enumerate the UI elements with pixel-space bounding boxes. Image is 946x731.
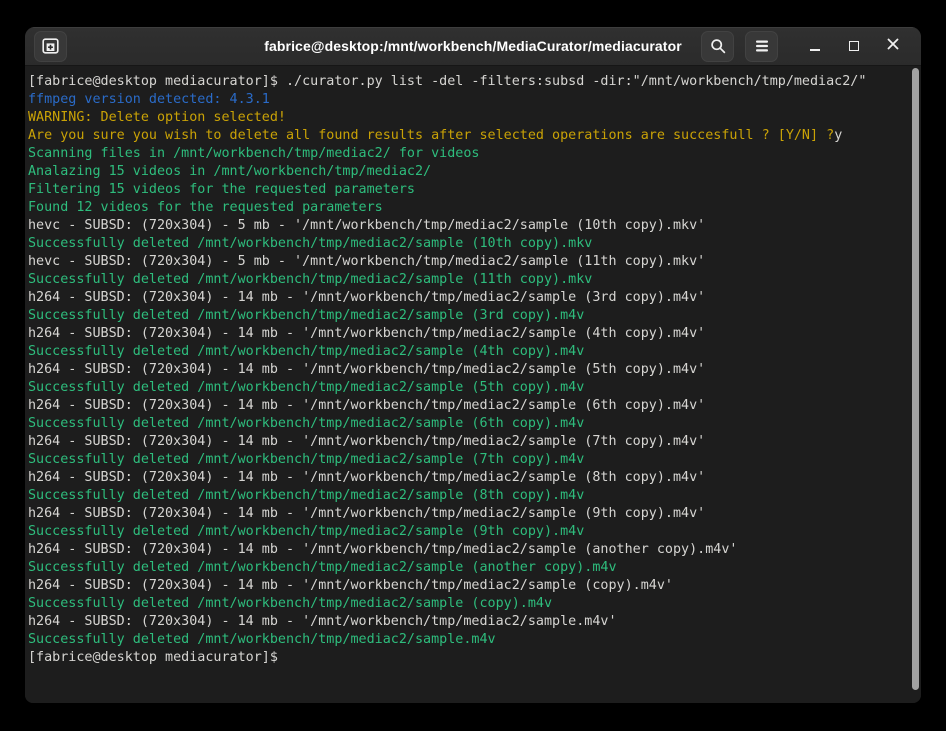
terminal-screen[interactable]: [fabrice@desktop mediacurator]$ ./curato… <box>25 67 921 703</box>
terminal-line: h264 - SUBSD: (720x304) - 14 mb - '/mnt/… <box>28 505 921 523</box>
terminal-line: Successfully deleted /mnt/workbench/tmp/… <box>28 307 921 325</box>
terminal-line: Successfully deleted /mnt/workbench/tmp/… <box>28 415 921 433</box>
maximize-icon <box>849 41 859 51</box>
terminal-line: Successfully deleted /mnt/workbench/tmp/… <box>28 523 921 541</box>
terminal-line: Are you sure you wish to delete all foun… <box>28 127 921 145</box>
terminal-line: Successfully deleted /mnt/workbench/tmp/… <box>28 451 921 469</box>
terminal-line: h264 - SUBSD: (720x304) - 14 mb - '/mnt/… <box>28 325 921 343</box>
close-button[interactable] <box>881 34 905 58</box>
terminal-line: [fabrice@desktop mediacurator]$ <box>28 649 921 667</box>
terminal-line: Successfully deleted /mnt/workbench/tmp/… <box>28 235 921 253</box>
terminal-line: Successfully deleted /mnt/workbench/tmp/… <box>28 271 921 289</box>
minimize-button[interactable] <box>803 34 827 58</box>
terminal-line: Successfully deleted /mnt/workbench/tmp/… <box>28 343 921 361</box>
search-icon <box>710 38 726 54</box>
terminal-line: h264 - SUBSD: (720x304) - 14 mb - '/mnt/… <box>28 361 921 379</box>
terminal-line: Successfully deleted /mnt/workbench/tmp/… <box>28 595 921 613</box>
terminal-line: Successfully deleted /mnt/workbench/tmp/… <box>28 559 921 577</box>
terminal-line: Analazing 15 videos in /mnt/workbench/tm… <box>28 163 921 181</box>
terminal-line: h264 - SUBSD: (720x304) - 14 mb - '/mnt/… <box>28 613 921 631</box>
terminal-line: Successfully deleted /mnt/workbench/tmp/… <box>28 631 921 649</box>
search-button[interactable] <box>701 31 734 62</box>
new-tab-button[interactable] <box>34 31 67 62</box>
terminal-line: Found 12 videos for the requested parame… <box>28 199 921 217</box>
terminal-line: hevc - SUBSD: (720x304) - 5 mb - '/mnt/w… <box>28 217 921 235</box>
terminal-output: [fabrice@desktop mediacurator]$ ./curato… <box>28 73 921 667</box>
terminal-line: h264 - SUBSD: (720x304) - 14 mb - '/mnt/… <box>28 397 921 415</box>
terminal-window: fabrice@desktop:/mnt/workbench/MediaCura… <box>25 27 921 703</box>
terminal-line: h264 - SUBSD: (720x304) - 14 mb - '/mnt/… <box>28 541 921 559</box>
scrollbar[interactable] <box>910 67 921 701</box>
maximize-button[interactable] <box>842 34 866 58</box>
terminal-line: h264 - SUBSD: (720x304) - 14 mb - '/mnt/… <box>28 577 921 595</box>
terminal-line: h264 - SUBSD: (720x304) - 14 mb - '/mnt/… <box>28 469 921 487</box>
titlebar[interactable]: fabrice@desktop:/mnt/workbench/MediaCura… <box>25 27 921 66</box>
terminal-line: Successfully deleted /mnt/workbench/tmp/… <box>28 379 921 397</box>
menu-button[interactable] <box>745 31 778 62</box>
hamburger-menu-icon <box>756 40 768 52</box>
terminal-line: Filtering 15 videos for the requested pa… <box>28 181 921 199</box>
tab-new-icon <box>42 38 59 54</box>
terminal-line: WARNING: Delete option selected! <box>28 109 921 127</box>
close-icon <box>887 37 899 55</box>
terminal-line: [fabrice@desktop mediacurator]$ ./curato… <box>28 73 921 91</box>
terminal-line: ffmpeg version detected: 4.3.1 <box>28 91 921 109</box>
terminal-line: Scanning files in /mnt/workbench/tmp/med… <box>28 145 921 163</box>
terminal-line: Successfully deleted /mnt/workbench/tmp/… <box>28 487 921 505</box>
terminal-line: hevc - SUBSD: (720x304) - 5 mb - '/mnt/w… <box>28 253 921 271</box>
scrollbar-thumb[interactable] <box>912 68 919 690</box>
minimize-icon <box>810 42 820 51</box>
terminal-line: h264 - SUBSD: (720x304) - 14 mb - '/mnt/… <box>28 289 921 307</box>
terminal-line: h264 - SUBSD: (720x304) - 14 mb - '/mnt/… <box>28 433 921 451</box>
